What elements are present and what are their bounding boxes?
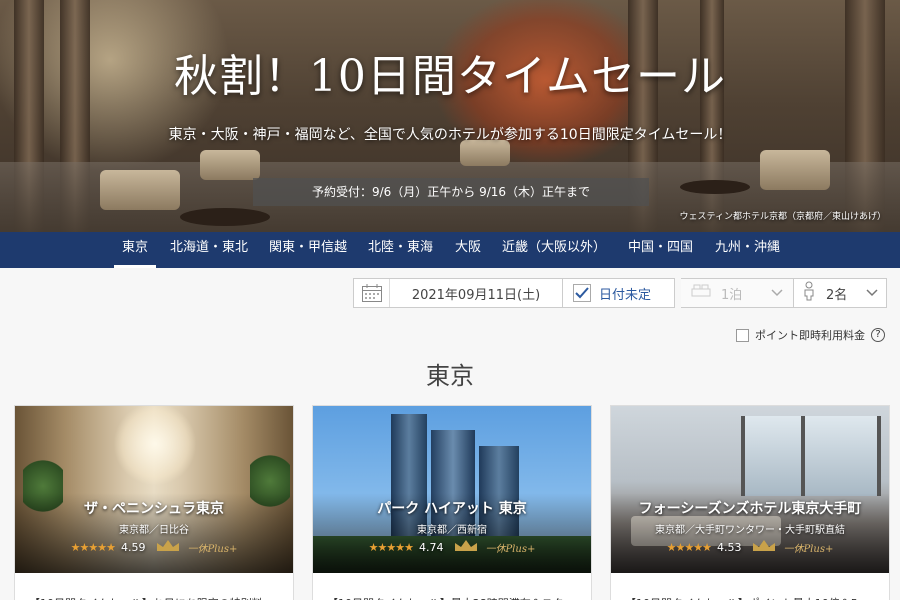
region-tab-kyushu-okinawa[interactable]: 九州・沖縄 [715,232,780,268]
bed-icon [691,283,711,303]
rating-score: 4.74 [418,541,444,554]
hotel-photo: ザ・ペニンシュラ東京 東京都／日比谷 ★★★★★ 4.59 一休Plus+ [15,406,293,573]
section-title: 東京 [426,362,474,390]
hotel-area: 東京都／大手町ワンタワー・大手町駅直結 [655,525,845,536]
hotel-name: ザ・ペニンシュラ東京 [84,501,224,517]
hotel-area: 東京都／日比谷 [119,525,189,536]
points-price-toggle[interactable]: ポイント即時利用料金 ? [736,327,885,343]
star-rating-icon: ★★★★★ [70,541,116,554]
hotel-rating: ★★★★★ 4.74 一休Plus+ [313,539,591,556]
plus-badge: 一休Plus+ [485,544,536,555]
nights-select[interactable]: 1泊 [681,278,794,308]
hero-decor [100,170,180,210]
guests-select[interactable]: 2名 [794,278,887,308]
nights-value: 1泊 [721,287,743,303]
person-icon [802,281,816,305]
rating-score: 4.59 [120,541,146,554]
plus-badge: 一休Plus+ [783,544,834,555]
region-tab-hokkaido-tohoku[interactable]: 北海道・東北 [170,232,248,268]
hero-decor [760,150,830,190]
chevron-down-icon [771,286,783,300]
crown-icon [751,539,777,556]
crown-icon [155,539,181,556]
hotel-photo: フォーシーズンズホテル東京大手町 東京都／大手町ワンタワー・大手町駅直結 ★★★… [611,406,889,573]
star-rating-icon: ★★★★★ [666,541,712,554]
points-checkbox[interactable] [736,328,749,342]
crown-icon [453,539,479,556]
region-tab-chugoku-shikoku[interactable]: 中国・四国 [628,232,693,268]
region-tab-osaka[interactable]: 大阪 [455,232,481,268]
hotel-rating: ★★★★★ 4.53 一休Plus+ [611,539,889,556]
hotel-photo: パーク ハイアット 東京 東京都／西新宿 ★★★★★ 4.74 一休Plus+ [313,406,591,573]
region-tab-tokyo[interactable]: 東京 [114,232,157,268]
points-label: ポイント即時利用料金 [755,329,865,342]
sale-period-banner: 予約受付：9/6（月）正午から 9/16（木）正午まで [253,178,649,206]
hero-subtitle: 東京・大阪・神戸・福岡など、全国で人気のホテルが参加する10日間限定タイムセール… [168,127,732,143]
hero-decor [180,208,270,226]
plan-description: 【10日間タイムセール】お日にち限定の特別料 [15,573,293,600]
star-rating-icon: ★★★★★ [368,541,414,554]
plan-description: 【10日間タイムセール】ポイント最大10倍＆5 [611,573,889,600]
chevron-down-icon [866,286,878,300]
photo-credit: ウェスティン都ホテル京都（京都府／東山けあげ） [679,212,886,222]
hotel-rating: ★★★★★ 4.59 一休Plus+ [15,539,293,556]
search-bar: 2021年09月11日(土) 日付未定 1泊 2名 [353,278,887,308]
hero-decor [680,180,750,194]
help-icon[interactable]: ? [871,328,885,342]
region-nav: 東京 北海道・東北 関東・甲信越 北陸・東海 大阪 近畿（大阪以外） 中国・四国… [0,232,900,268]
plus-badge: 一休Plus+ [187,544,238,555]
checkbox-checked-icon[interactable] [573,284,591,302]
hotel-card[interactable]: パーク ハイアット 東京 東京都／西新宿 ★★★★★ 4.74 一休Plus+ … [312,405,592,600]
guests-value: 2名 [826,287,848,303]
hero-title: 秋割！10日間タイムセール [173,51,727,102]
rating-score: 4.53 [716,541,742,554]
hotel-area: 東京都／西新宿 [417,525,487,536]
hotel-name: フォーシーズンズホテル東京大手町 [638,501,862,517]
hero-banner: 秋割！10日間タイムセール 東京・大阪・神戸・福岡など、全国で人気のホテルが参加… [0,0,900,232]
hotel-card[interactable]: フォーシーズンズホテル東京大手町 東京都／大手町ワンタワー・大手町駅直結 ★★★… [610,405,890,600]
date-undecided-toggle[interactable]: 日付未定 [563,278,675,308]
checkin-date-picker[interactable]: 2021年09月11日(土) [353,278,563,308]
plan-description: 【10日間タイムセール】最大28時間滞在＆スタ [313,573,591,600]
hotel-name: パーク ハイアット 東京 [377,501,527,517]
region-tab-hokuriku-tokai[interactable]: 北陸・東海 [368,232,433,268]
region-tab-kinki[interactable]: 近畿（大阪以外） [502,232,606,268]
hero-decor [200,150,260,180]
date-undecided-label: 日付未定 [599,287,652,303]
region-tab-kanto-koshinetsu[interactable]: 関東・甲信越 [269,232,347,268]
checkin-date-value: 2021年09月11日(土) [411,287,541,303]
calendar-icon [354,279,390,307]
hotel-card[interactable]: ザ・ペニンシュラ東京 東京都／日比谷 ★★★★★ 4.59 一休Plus+ 【1… [14,405,294,600]
